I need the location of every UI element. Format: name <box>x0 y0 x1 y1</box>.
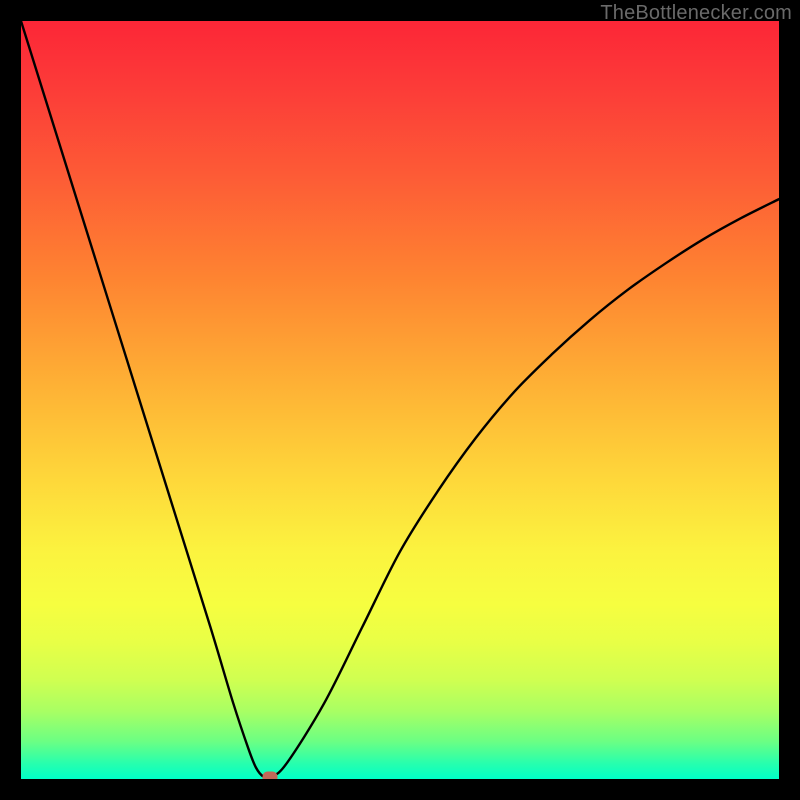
bottleneck-curve-path <box>21 21 779 778</box>
plot-area <box>21 21 779 779</box>
curve-svg <box>21 21 779 779</box>
chart-frame: TheBottlenecker.com <box>0 0 800 800</box>
watermark-text: TheBottlenecker.com <box>600 2 792 25</box>
minimum-marker <box>262 771 277 779</box>
